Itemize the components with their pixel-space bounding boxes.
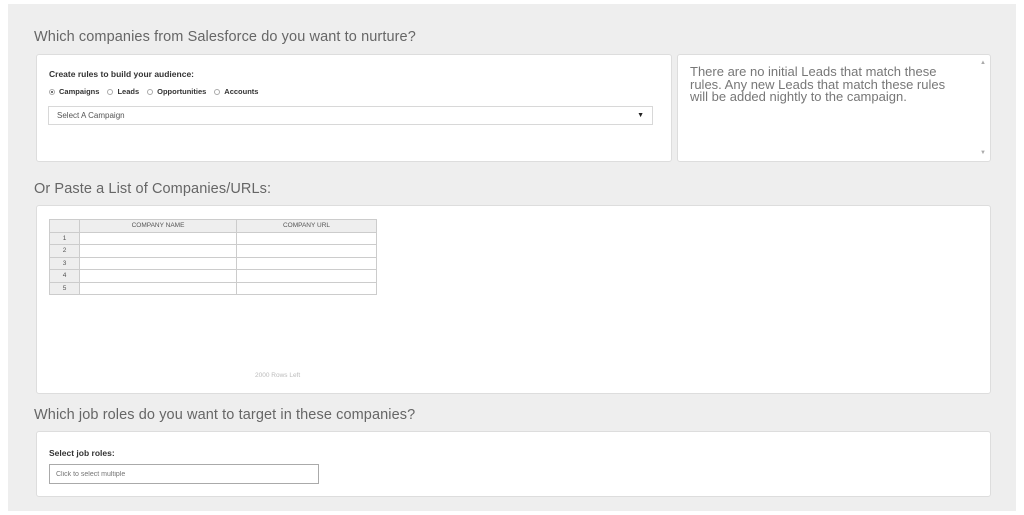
row-number: 2 bbox=[49, 244, 80, 258]
scroll-up-arrow-icon[interactable]: ▲ bbox=[980, 60, 986, 66]
company-url-cell[interactable] bbox=[236, 269, 377, 283]
scroll-down-arrow-icon[interactable]: ▼ bbox=[980, 150, 986, 156]
company-spreadsheet: COMPANY NAME COMPANY URL 1 2 3 4 5 bbox=[49, 219, 377, 295]
company-url-cell[interactable] bbox=[236, 281, 377, 295]
row-number: 1 bbox=[49, 231, 80, 245]
campaign-select-value: Select A Campaign bbox=[57, 111, 125, 120]
section-title-paste-list: Or Paste a List of Companies/URLs: bbox=[34, 181, 272, 197]
corner-header-cell bbox=[49, 219, 80, 233]
leads-info-text: There are no initial Leads that match th… bbox=[690, 64, 946, 104]
table-row: 5 bbox=[49, 281, 377, 295]
radio-accounts-dot[interactable] bbox=[214, 88, 221, 95]
radio-accounts[interactable]: Accounts bbox=[214, 87, 258, 96]
row-number: 4 bbox=[49, 269, 80, 283]
campaign-select[interactable]: Select A Campaign ▼ bbox=[48, 106, 653, 125]
table-row: 4 bbox=[49, 269, 377, 283]
radio-campaigns-label: Campaigns bbox=[59, 87, 100, 96]
row-number: 5 bbox=[49, 281, 80, 295]
job-roles-input[interactable] bbox=[49, 464, 319, 484]
radio-opportunities-label: Opportunities bbox=[157, 87, 207, 96]
company-name-cell[interactable] bbox=[79, 244, 237, 258]
company-url-cell[interactable] bbox=[236, 231, 377, 245]
page-container: Which companies from Salesforce do you w… bbox=[8, 4, 1016, 511]
radio-leads-label: Leads bbox=[117, 87, 140, 96]
company-url-cell[interactable] bbox=[236, 244, 377, 258]
radio-leads-dot[interactable] bbox=[107, 88, 114, 95]
audience-rules-card: Create rules to build your audience: Cam… bbox=[36, 54, 672, 162]
table-row: 2 bbox=[49, 244, 377, 258]
job-roles-label: Select job roles: bbox=[49, 448, 115, 458]
rules-label: Create rules to build your audience: bbox=[49, 69, 195, 79]
radio-opportunities-dot[interactable] bbox=[147, 88, 154, 95]
column-header-company-name[interactable]: COMPANY NAME bbox=[79, 219, 237, 233]
rows-left-counter: 2000 Rows Left bbox=[255, 372, 301, 379]
radio-campaigns[interactable]: Campaigns bbox=[49, 87, 99, 96]
company-list-card: COMPANY NAME COMPANY URL 1 2 3 4 5 2000 … bbox=[36, 205, 991, 394]
company-name-cell[interactable] bbox=[79, 256, 237, 270]
company-name-cell[interactable] bbox=[79, 231, 237, 245]
radio-campaigns-dot[interactable] bbox=[49, 88, 55, 95]
radio-accounts-label: Accounts bbox=[224, 87, 259, 96]
column-header-company-url[interactable]: COMPANY URL bbox=[236, 219, 377, 233]
row-number: 3 bbox=[49, 256, 80, 270]
chevron-down-icon: ▼ bbox=[637, 112, 644, 119]
audience-type-radio-group: Campaigns Leads Opportunities Accounts bbox=[49, 87, 266, 96]
section-title-job-roles: Which job roles do you want to target in… bbox=[34, 407, 416, 423]
table-row: 1 bbox=[49, 231, 377, 245]
company-url-cell[interactable] bbox=[236, 256, 377, 270]
radio-opportunities[interactable]: Opportunities bbox=[147, 87, 206, 96]
radio-leads[interactable]: Leads bbox=[107, 87, 139, 96]
company-name-cell[interactable] bbox=[79, 281, 237, 295]
section-title-salesforce: Which companies from Salesforce do you w… bbox=[34, 29, 416, 45]
leads-info-panel: There are no initial Leads that match th… bbox=[677, 54, 991, 162]
table-row: 3 bbox=[49, 256, 377, 270]
job-roles-card: Select job roles: bbox=[36, 431, 991, 497]
company-name-cell[interactable] bbox=[79, 269, 237, 283]
